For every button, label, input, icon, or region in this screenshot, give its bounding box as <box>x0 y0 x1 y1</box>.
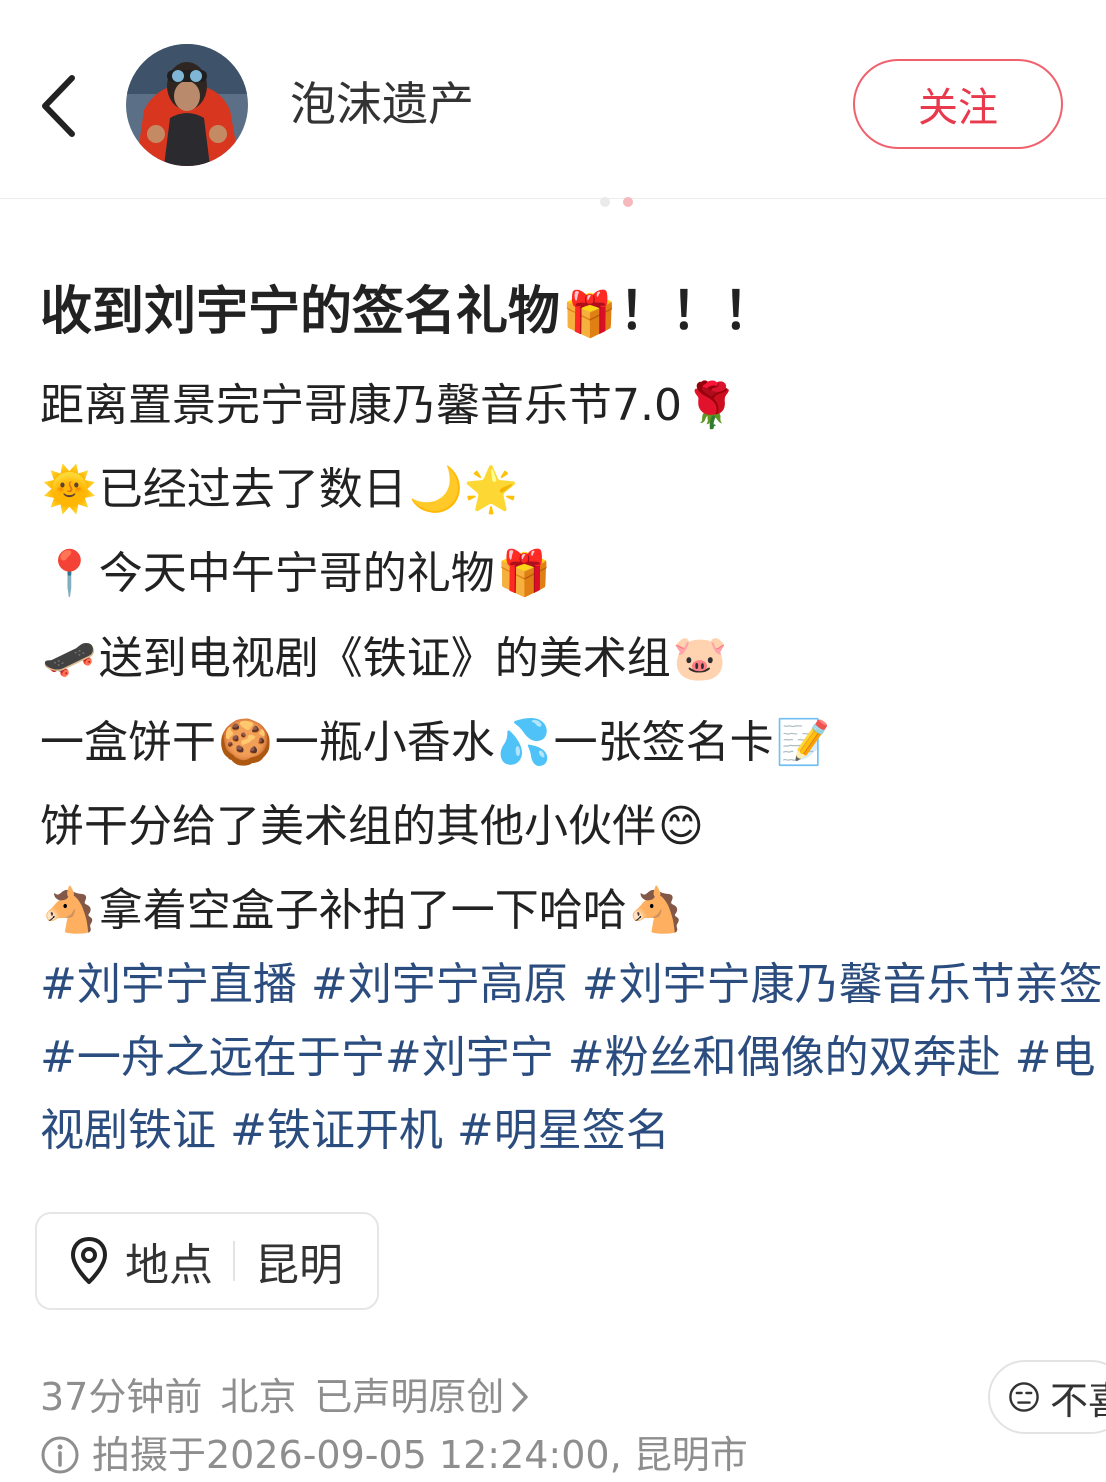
post-line-7: 🐴 拿着空盒子补拍了一下哈哈 🐴 <box>40 881 686 941</box>
info-icon <box>41 1436 79 1474</box>
horse-dance-emoji-icon: 🐴 <box>628 885 684 936</box>
post-line-6: 饼干分给了美术组的其他小伙伴 😊 <box>40 797 706 857</box>
gift-box-emoji-icon: 🎁 <box>496 548 552 599</box>
location-label: 地点 <box>125 1240 213 1291</box>
pager-dot <box>600 197 610 207</box>
avatar-image <box>126 44 248 166</box>
follow-button[interactable]: 关注 <box>853 59 1063 149</box>
post-line-2: 🌞 已经过去了数日 🌙🌟 <box>40 460 520 520</box>
dislike-button[interactable]: 不喜 <box>988 1360 1106 1434</box>
skateboard-emoji-icon: 🛹 <box>42 633 97 684</box>
divider <box>233 1241 235 1281</box>
location-chip[interactable]: 地点 昆明 <box>35 1212 379 1310</box>
post-title-text: 收到刘宇宁的签名礼物 <box>40 282 561 342</box>
chevron-left-icon <box>42 75 75 137</box>
original-declaration[interactable]: 已声明原创 <box>314 1370 504 1424</box>
hashtag[interactable]: #刘宇宁康乃馨音乐节亲签 <box>582 959 1103 1010</box>
moon-star-emoji-icon: 🌙🌟 <box>408 464 519 515</box>
hashtag[interactable]: #铁证开机 <box>230 1105 443 1156</box>
post-line-text: 一张签名卡 <box>553 717 774 768</box>
rose-emoji-icon: 🌹 <box>683 380 739 431</box>
hashtag[interactable]: #刘宇宁高原 <box>311 959 568 1010</box>
avatar[interactable] <box>126 44 248 166</box>
post-line-3: 📍 今天中午宁哥的礼物 🎁 <box>40 544 554 604</box>
post-time: 37分钟前 <box>40 1375 203 1419</box>
gift-emoji-icon: 🎁 <box>562 289 617 340</box>
post-line-text: 距离置景完宁哥康乃馨音乐节7.0 <box>40 380 682 431</box>
back-button[interactable] <box>30 66 86 146</box>
hashtag[interactable]: #明星签名 <box>457 1105 670 1156</box>
post-line-text: 拿着空盒子补拍了一下哈哈 <box>98 885 627 936</box>
location-pin-icon <box>67 1235 111 1287</box>
sun-emoji-icon: 🌞 <box>42 464 97 515</box>
image-pager-dots <box>596 192 637 211</box>
dislike-label: 不喜 <box>1049 1378 1106 1423</box>
post-line-text: 今天中午宁哥的礼物 <box>98 548 495 599</box>
hashtag[interactable]: #刘宇宁 <box>385 1032 554 1083</box>
hashtag[interactable]: #粉丝和偶像的双奔赴 <box>568 1032 1001 1083</box>
post-line-1: 距离置景完宁哥康乃馨音乐节7.0 🌹 <box>40 376 741 436</box>
post-meta: 37分钟前 北京 已声明原创 <box>40 1370 530 1424</box>
post-line-text: 送到电视剧《铁证》的美术组 <box>98 633 671 684</box>
post-line-5: 一盒饼干 🍪 一瓶小香水 💦 一张签名卡 📝 <box>40 713 832 773</box>
post-line-text: 已经过去了数日 <box>98 464 407 515</box>
top-bar: 泡沫遗产 关注 <box>0 0 1106 207</box>
droplets-emoji-icon: 💦 <box>496 717 552 768</box>
pig-emoji-icon: 🐷 <box>672 633 728 684</box>
post-title: 收到刘宇宁的签名礼物🎁！！！ <box>40 276 775 348</box>
chevron-right-icon[interactable] <box>510 1380 530 1414</box>
post-line-text: 一瓶小香水 <box>274 717 495 768</box>
hashtag-list: #刘宇宁直播 #刘宇宁高原 #刘宇宁康乃馨音乐节亲签 #一舟之远在于宁#刘宇宁 … <box>40 948 1106 1167</box>
location-city: 昆明 <box>255 1240 343 1291</box>
post-line-text: 饼干分给了美术组的其他小伙伴 <box>40 801 656 852</box>
post-line-4: 🛹 送到电视剧《铁证》的美术组 🐷 <box>40 629 730 689</box>
pin-emoji-icon: 📍 <box>42 548 97 599</box>
post-title-suffix: ！！！ <box>618 282 775 342</box>
ip-region: 北京 <box>220 1375 297 1419</box>
hashtag[interactable]: #刘宇宁直播 <box>40 959 297 1010</box>
horse-emoji-icon: 🐴 <box>42 885 97 936</box>
neutral-face-icon <box>1009 1382 1039 1412</box>
smile-emoji-icon: 😊 <box>658 801 704 852</box>
author-name[interactable]: 泡沫遗产 <box>290 74 474 134</box>
post-line-text: 一盒饼干 <box>40 717 216 768</box>
memo-emoji-icon: 📝 <box>775 717 831 768</box>
pager-dot-active <box>623 197 634 207</box>
hashtag[interactable]: #一舟之远在于宁 <box>40 1032 385 1083</box>
cookie-emoji-icon: 🍪 <box>218 717 273 768</box>
